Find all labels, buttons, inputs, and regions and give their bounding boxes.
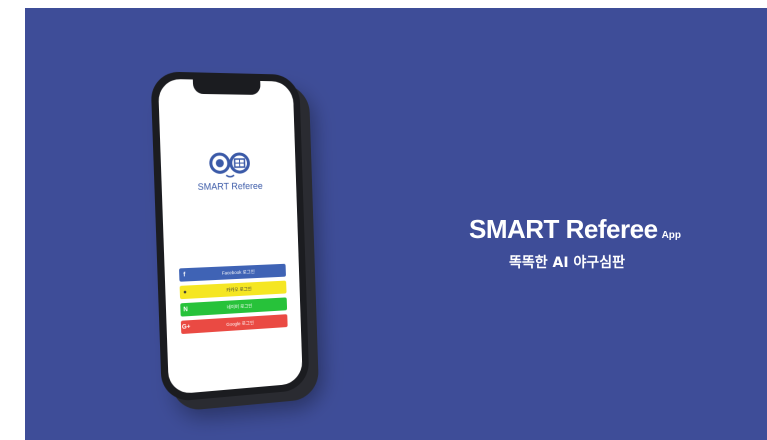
naver-login-button[interactable]: N 네이버 로그인 (180, 297, 287, 316)
kakao-login-label: 카카오 로그인 (190, 284, 286, 295)
naver-login-label: 네이버 로그인 (191, 301, 287, 313)
headline: SMART Referee App (469, 214, 681, 245)
smart-referee-logo-icon (205, 149, 253, 180)
naver-icon: N (180, 306, 190, 313)
headline-title: SMART Referee (469, 214, 658, 244)
headline-suffix: App (662, 230, 681, 241)
google-icon: G+ (181, 324, 191, 331)
facebook-login-button[interactable]: f Facebook 로그인 (179, 264, 286, 282)
phone-screen: SMART Referee f Facebook 로그인 ● 카카오 로그인 N… (158, 79, 303, 395)
phone-mockup: SMART Referee f Facebook 로그인 ● 카카오 로그인 N… (150, 71, 356, 423)
phone-notch (193, 79, 261, 94)
kakao-login-button[interactable]: ● 카카오 로그인 (180, 281, 287, 300)
kakao-icon: ● (180, 289, 190, 296)
facebook-icon: f (179, 272, 189, 279)
google-login-button[interactable]: G+ Google 로그인 (181, 314, 288, 334)
phone-frame: SMART Referee f Facebook 로그인 ● 카카오 로그인 N… (150, 71, 309, 402)
promo-slide: SMART Referee f Facebook 로그인 ● 카카오 로그인 N… (25, 8, 767, 440)
facebook-login-label: Facebook 로그인 (189, 267, 286, 277)
app-name: SMART Referee (162, 180, 297, 192)
tagline: 똑똑한 AI 야구심판 (509, 252, 625, 272)
google-login-label: Google 로그인 (191, 318, 287, 330)
